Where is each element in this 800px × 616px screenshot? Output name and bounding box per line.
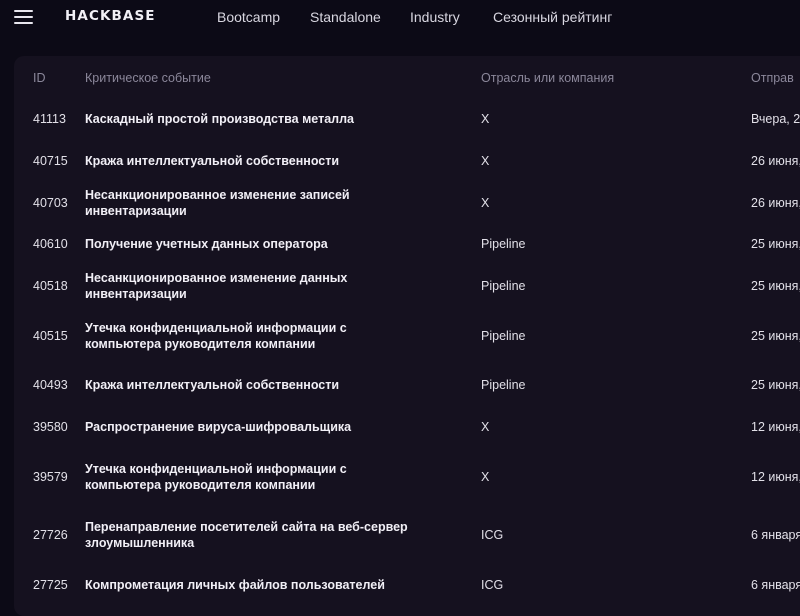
- row-id: 41113: [33, 112, 66, 126]
- column-header-industry: Отрасль или компания: [481, 71, 615, 85]
- row-event-title: Компрометация личных файлов пользователе…: [85, 578, 385, 592]
- row-event-title: Несанкционированное изменение данных инв…: [85, 271, 348, 301]
- row-industry: Pipeline: [481, 237, 526, 251]
- table-row[interactable]: 27725 Компрометация личных файлов пользов…: [14, 565, 800, 605]
- row-id: 39579: [33, 470, 68, 484]
- row-submitted-date: 6 января: [751, 528, 800, 542]
- row-id: 40493: [33, 378, 68, 392]
- row-submitted-date: 25 июня,: [751, 237, 800, 251]
- table-row[interactable]: 27726 Перенаправление посетителей сайта н…: [14, 509, 800, 561]
- column-header-submitted: Отправ: [751, 71, 794, 85]
- row-submitted-date: 12 июня,: [751, 470, 800, 484]
- table-row[interactable]: 39579 Утечка конфиденциальной информации …: [14, 451, 800, 503]
- row-submitted-date: 26 июня,: [751, 154, 800, 168]
- row-submitted-date: 25 июня,: [751, 329, 800, 343]
- row-event-title: Утечка конфиденциальной информации с ком…: [85, 462, 347, 492]
- row-event-title: Кража интеллектуальной собственности: [85, 378, 340, 392]
- nav-link-bootcamp[interactable]: Bootcamp: [217, 9, 280, 25]
- row-id: 27726: [33, 528, 68, 542]
- logo[interactable]: HACKBASE: [65, 8, 156, 24]
- row-event-title: Несанкционированное изменение записей ин…: [85, 188, 350, 218]
- row-id: 40610: [33, 237, 68, 251]
- table-row[interactable]: 40703 Несанкционированное изменение запис…: [14, 183, 800, 223]
- row-submitted-date: 12 июня,: [751, 420, 800, 434]
- row-industry: ICG: [481, 578, 504, 592]
- row-industry: Pipeline: [481, 378, 526, 392]
- row-submitted-date: 25 июня,: [751, 378, 800, 392]
- row-industry: X: [481, 154, 490, 168]
- row-id: 40518: [33, 279, 68, 293]
- row-id: 27725: [33, 578, 68, 592]
- hamburger-menu-icon[interactable]: [14, 10, 33, 25]
- column-header-event: Критическое событие: [85, 71, 211, 85]
- row-submitted-date: Вчера, 23: [751, 112, 800, 126]
- row-event-title: Получение учетных данных оператора: [85, 237, 328, 251]
- table-row[interactable]: 40610 Получение учетных данных оператора P…: [14, 224, 800, 264]
- nav-link-season-rating[interactable]: Сезонный рейтинг: [493, 9, 612, 25]
- row-industry: ICG: [481, 528, 504, 542]
- column-header-id: ID: [33, 71, 46, 85]
- row-industry: Pipeline: [481, 329, 526, 343]
- row-event-title: Кража интеллектуальной собственности: [85, 154, 340, 168]
- table-row[interactable]: 41113 Каскадный простой производства мета…: [14, 99, 800, 139]
- row-industry: X: [481, 420, 490, 434]
- table-row[interactable]: 40493 Кража интеллектуальной собственност…: [14, 365, 800, 405]
- table-row[interactable]: 40715 Кража интеллектуальной собственност…: [14, 141, 800, 181]
- row-industry: X: [481, 196, 490, 210]
- table-row[interactable]: 40518 Несанкционированное изменение данны…: [14, 266, 800, 306]
- nav-link-industry[interactable]: Industry: [410, 9, 460, 25]
- row-event-title: Утечка конфиденциальной информации с ком…: [85, 321, 347, 351]
- row-submitted-date: 25 июня,: [751, 279, 800, 293]
- row-id: 40515: [33, 329, 68, 343]
- row-industry: X: [481, 470, 490, 484]
- table-row[interactable]: 39580 Распространение вируса-шифровальщик…: [14, 407, 800, 447]
- top-navigation-bar: HACKBASE Bootcamp Standalone Industry Се…: [0, 0, 800, 44]
- row-id: 40715: [33, 154, 68, 168]
- row-event-title: Каскадный простой производства металла: [85, 112, 355, 126]
- row-id: 39580: [33, 420, 68, 434]
- row-submitted-date: 6 января: [751, 578, 800, 592]
- table-row[interactable]: 40515 Утечка конфиденциальной информации …: [14, 310, 800, 362]
- row-event-title: Перенаправление посетителей сайта на веб…: [85, 520, 408, 550]
- row-industry: X: [481, 112, 490, 126]
- row-submitted-date: 26 июня,: [751, 196, 800, 210]
- row-id: 40703: [33, 196, 68, 210]
- row-event-title: Распространение вируса-шифровальщика: [85, 420, 352, 434]
- row-industry: Pipeline: [481, 279, 526, 293]
- nav-link-standalone[interactable]: Standalone: [310, 9, 381, 25]
